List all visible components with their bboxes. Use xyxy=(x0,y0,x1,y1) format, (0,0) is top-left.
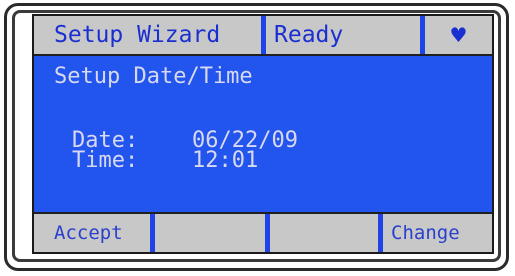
change-softkey[interactable]: Change xyxy=(391,214,492,252)
softkey-bar: Accept Change xyxy=(34,212,492,252)
page-title: Setup Date/Time xyxy=(54,64,253,89)
time-row[interactable]: Time: 12:01 xyxy=(72,150,258,172)
main-content: Setup Date/Time Date: 06/22/09 Time: 12:01 xyxy=(34,56,492,212)
status-text: Ready xyxy=(274,22,344,48)
lcd-screen: Setup Wizard Ready ♥ Setup Date/Time Dat… xyxy=(32,14,494,254)
status-bar-separator xyxy=(261,16,266,54)
heart-icon: ♥ xyxy=(449,23,468,47)
status-bar: Setup Wizard Ready ♥ xyxy=(34,16,492,56)
accept-softkey[interactable]: Accept xyxy=(54,214,150,252)
softkey-separator xyxy=(378,214,383,252)
time-label: Time: xyxy=(72,148,139,173)
wizard-title: Setup Wizard xyxy=(54,22,221,48)
softkey-3[interactable] xyxy=(270,214,377,252)
time-value[interactable]: 12:01 xyxy=(192,148,258,173)
softkey-2[interactable] xyxy=(155,214,264,252)
